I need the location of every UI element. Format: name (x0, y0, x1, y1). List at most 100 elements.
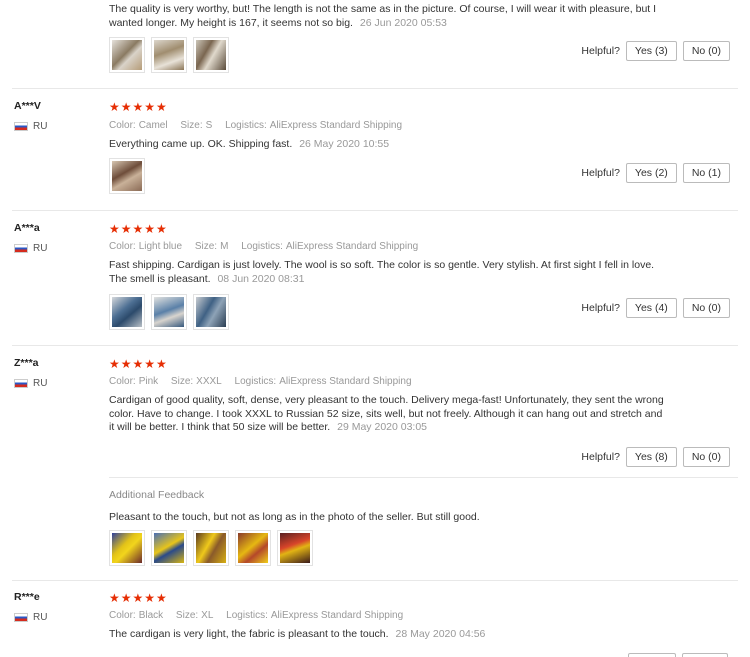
helpful-controls: Helpful? Yes (8) No (0) (581, 447, 730, 467)
logistics-label: Logistics: (241, 241, 283, 252)
helpful-label: Helpful? (581, 451, 620, 463)
additional-feedback-text: Pleasant to the touch, but not as long a… (109, 511, 480, 523)
reviewer-country: RU (14, 243, 47, 254)
logistics-label: Logistics: (226, 610, 268, 621)
logistics-label: Logistics: (234, 376, 277, 387)
helpful-yes-button[interactable]: Yes (2) (625, 163, 677, 183)
review-text: The quality is very worthy, but! The len… (109, 3, 669, 30)
review-body: Everything came up. OK. Shipping fast. (109, 138, 293, 150)
additional-feedback-label: Additional Feedback (109, 489, 205, 501)
russia-flag-icon (14, 613, 28, 622)
review-photo[interactable] (193, 530, 229, 566)
review-text: Everything came up. OK. Shipping fast. 2… (109, 138, 669, 152)
divider (12, 210, 738, 211)
order-meta: Color: Pink Size: XXXL Logistics: AliExpres… (109, 376, 422, 387)
russia-flag-icon (14, 244, 28, 253)
size-value: XL (201, 610, 214, 621)
reviewer-country: RU (14, 121, 47, 132)
reviewer-country: RU (14, 612, 47, 623)
review-date: 29 May 2020 03:05 (337, 421, 428, 433)
reviewer-name: Z***a (14, 357, 39, 369)
review-photos (109, 530, 313, 566)
country-code: RU (33, 121, 48, 132)
color-value: Camel (138, 120, 168, 131)
size-value: M (220, 241, 229, 252)
review-photo[interactable] (109, 158, 145, 194)
review-text: Fast shipping. Cardigan is just lovely. … (109, 259, 669, 286)
review-body: The cardigan is very light, the fabric i… (109, 628, 389, 640)
logistics-value: AliExpress Standard Shipping (279, 376, 412, 387)
helpful-no-button[interactable]: No (1) (682, 163, 730, 183)
reviewer-name: R***e (14, 591, 40, 603)
helpful-controls: Helpful? Yes (4) No (0) (581, 298, 730, 318)
order-meta: Color: Light blue Size: M Logistics: AliExp… (109, 241, 428, 252)
size-value: S (205, 120, 213, 131)
size-label: Size: (175, 610, 199, 621)
size-label: Size: (180, 120, 203, 131)
review-date: 08 Jun 2020 08:31 (217, 272, 305, 285)
helpful-controls: Helpful? Yes (3) No (0) (581, 41, 730, 61)
color-value: Light blue (138, 241, 183, 252)
color-label: Color: (109, 120, 136, 131)
helpful-label: Helpful? (581, 302, 620, 314)
review-photo[interactable] (109, 37, 145, 73)
country-code: RU (33, 243, 48, 254)
helpful-yes-button[interactable]: Yes (8) (625, 447, 677, 467)
divider (109, 477, 738, 478)
helpful-no-button[interactable]: No (0) (682, 41, 730, 61)
russia-flag-icon (14, 379, 28, 388)
logistics-value: AliExpress Standard Shipping (270, 610, 404, 621)
divider (12, 88, 738, 89)
rating-stars: ★★★★★ (109, 591, 168, 605)
review-date: 26 Jun 2020 05:53 (359, 16, 447, 29)
review-photo[interactable] (151, 294, 187, 330)
size-value: XXXL (196, 376, 222, 387)
review-photos (109, 37, 229, 73)
review-date: 26 May 2020 10:55 (299, 138, 390, 150)
reviewer-name: A***V (14, 100, 41, 112)
helpful-yes-button-partial[interactable] (628, 653, 676, 657)
review-photo[interactable] (151, 530, 187, 566)
review-body: Fast shipping. Cardigan is just lovely. … (109, 259, 655, 285)
review-photo[interactable] (193, 37, 229, 73)
reviewer-name: A***a (14, 222, 40, 234)
color-label: Color: (109, 241, 136, 252)
rating-stars: ★★★★★ (109, 100, 168, 114)
review-photo[interactable] (109, 294, 145, 330)
review-text: Cardigan of good quality, soft, dense, v… (109, 394, 669, 435)
review-photo[interactable] (109, 530, 145, 566)
logistics-value: AliExpress Standard Shipping (269, 120, 403, 131)
reviewer-country: RU (14, 378, 47, 389)
color-label: Color: (109, 376, 136, 387)
review-photo[interactable] (193, 294, 229, 330)
order-meta: Color: Black Size: XL Logistics: AliExpress… (109, 610, 413, 621)
helpful-yes-button[interactable]: Yes (3) (625, 41, 677, 61)
country-code: RU (33, 378, 48, 389)
divider (12, 580, 738, 581)
russia-flag-icon (14, 122, 28, 131)
order-meta: Color: Camel Size: S Logistics: AliExpress … (109, 120, 412, 131)
color-value: Black (138, 610, 164, 621)
review-photo[interactable] (277, 530, 313, 566)
review-photo[interactable] (151, 37, 187, 73)
review-photo[interactable] (235, 530, 271, 566)
review-text: The cardigan is very light, the fabric i… (109, 628, 669, 642)
country-code: RU (33, 612, 48, 623)
size-label: Size: (194, 241, 218, 252)
logistics-value: AliExpress Standard Shipping (285, 241, 419, 252)
rating-stars: ★★★★★ (109, 222, 168, 236)
helpful-no-button[interactable]: No (0) (682, 447, 730, 467)
size-label: Size: (170, 376, 194, 387)
helpful-label: Helpful? (581, 167, 620, 179)
helpful-no-button[interactable]: No (0) (682, 298, 730, 318)
helpful-yes-button[interactable]: Yes (4) (625, 298, 677, 318)
helpful-label: Helpful? (581, 45, 620, 57)
divider (12, 345, 738, 346)
review-photos (109, 294, 229, 330)
helpful-no-button-partial[interactable] (682, 653, 728, 657)
logistics-label: Logistics: (225, 120, 267, 131)
color-value: Pink (138, 376, 159, 387)
rating-stars: ★★★★★ (109, 357, 168, 371)
review-photos (109, 158, 145, 194)
review-date: 28 May 2020 04:56 (395, 628, 486, 640)
